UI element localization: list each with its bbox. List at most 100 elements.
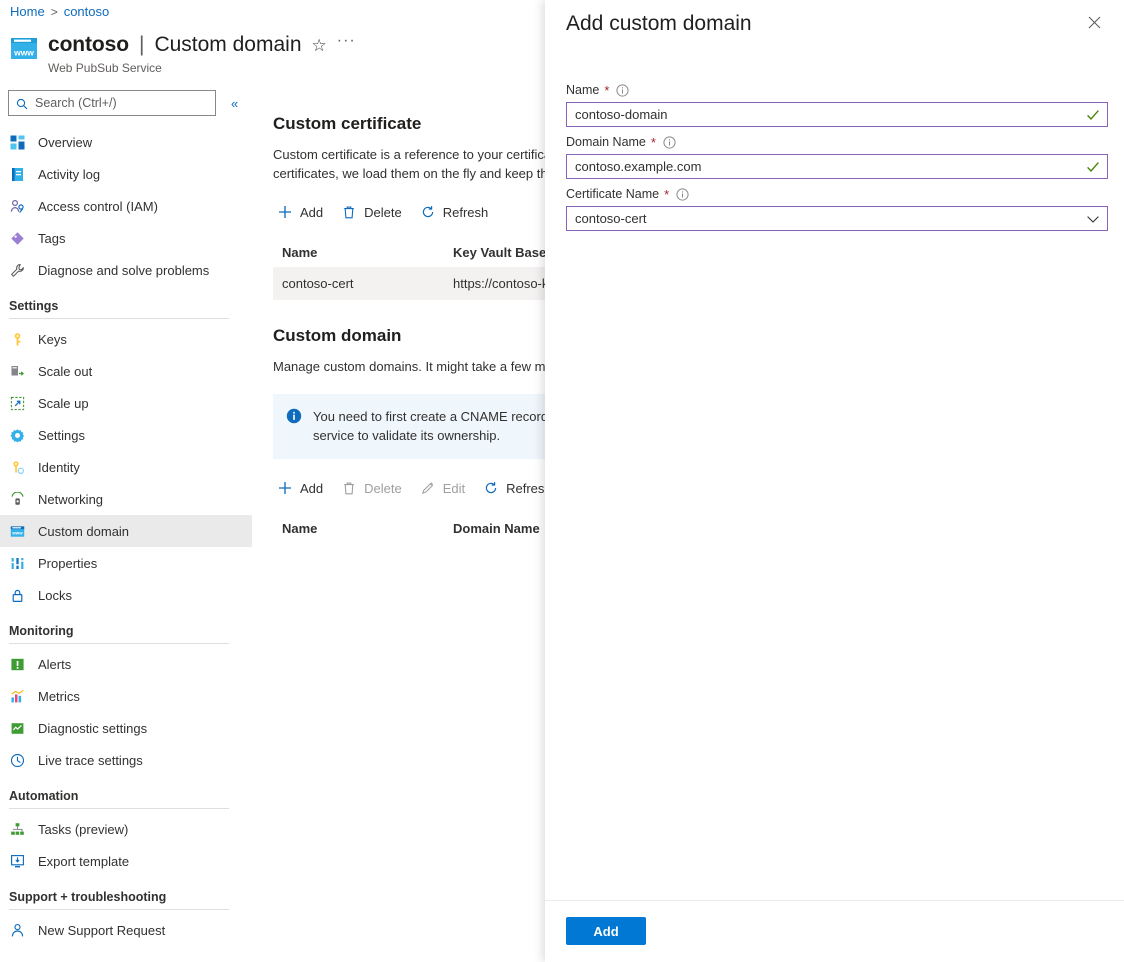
required-indicator: *: [664, 188, 669, 201]
certificate-name-select[interactable]: [566, 206, 1108, 231]
command-label: Refresh: [443, 205, 489, 220]
custom-certificate-description: Custom certificate is a reference to you…: [273, 145, 545, 183]
sidebar-item-diagnose[interactable]: Diagnose and solve problems: [0, 254, 252, 286]
sidebar-item-scale-out[interactable]: Scale out: [0, 355, 252, 387]
sidebar-item-identity[interactable]: Identity: [0, 451, 252, 483]
divider: [9, 318, 229, 319]
pencil-icon: [420, 480, 436, 496]
close-icon[interactable]: [1078, 6, 1110, 38]
sidebar-item-scale-up[interactable]: Scale up: [0, 387, 252, 419]
name-input-wrapper[interactable]: [566, 102, 1108, 127]
diagnostic-icon: [9, 720, 26, 737]
sidebar-item-keys[interactable]: Keys: [0, 323, 252, 355]
required-indicator: *: [604, 84, 609, 97]
page-header: www contoso | Custom domain ☆ ··· Web Pu…: [10, 32, 356, 75]
search-box[interactable]: [8, 90, 216, 116]
sidebar-item-metrics[interactable]: Metrics: [0, 680, 252, 712]
domain-table: Name Domain Name: [273, 515, 545, 543]
sidebar-item-label: Activity log: [38, 167, 100, 182]
refresh-icon: [483, 480, 499, 496]
add-button[interactable]: Add: [566, 917, 646, 945]
breadcrumb-contoso-link[interactable]: contoso: [64, 4, 110, 19]
sidebar-group-monitoring: Monitoring: [0, 624, 252, 644]
domain-name-input[interactable]: [567, 155, 1107, 178]
field-certificate-name: Certificate Name *: [566, 186, 1108, 231]
field-label-domain-name: Domain Name *: [566, 134, 1108, 151]
more-options-icon[interactable]: ···: [337, 33, 356, 49]
sidebar-item-label: Export template: [38, 854, 129, 869]
sidebar-group-support: Support + troubleshooting: [0, 890, 252, 910]
sidebar: « Overview: [0, 88, 252, 962]
table-header-row: Name Domain Name: [273, 515, 545, 543]
panel-header: Add custom domain: [545, 0, 1124, 52]
sidebar-item-label: Identity: [38, 460, 80, 475]
field-name: Name *: [566, 82, 1108, 127]
panel-title: Add custom domain: [566, 10, 1106, 38]
name-input[interactable]: [567, 103, 1107, 126]
sidebar-item-export-template[interactable]: Export template: [0, 845, 252, 877]
sidebar-item-custom-domain[interactable]: www Custom domain: [0, 515, 252, 547]
divider: [9, 909, 229, 910]
trash-icon: [341, 204, 357, 220]
sidebar-item-label: Keys: [38, 332, 67, 347]
tag-icon: [9, 230, 26, 247]
command-label: Add: [300, 481, 323, 496]
table-row[interactable]: contoso-cert https://contoso-kv.vault.az…: [273, 267, 545, 300]
sidebar-item-networking[interactable]: Networking: [0, 483, 252, 515]
cname-info-banner: You need to first create a CNAME record …: [273, 394, 545, 459]
sidebar-item-activity-log[interactable]: Activity log: [0, 158, 252, 190]
plus-icon: [277, 480, 293, 496]
sidebar-item-new-support-request[interactable]: New Support Request: [0, 914, 252, 946]
command-label: Delete: [364, 205, 402, 220]
sidebar-group-label: Automation: [9, 789, 236, 808]
sidebar-item-tasks[interactable]: Tasks (preview): [0, 813, 252, 845]
breadcrumb-home-link[interactable]: Home: [10, 4, 45, 19]
certificate-delete-button[interactable]: Delete: [337, 200, 410, 224]
sidebar-item-alerts[interactable]: Alerts: [0, 648, 252, 680]
domain-refresh-button[interactable]: Refresh: [479, 476, 545, 500]
alert-icon: [9, 656, 26, 673]
activity-log-icon: [9, 166, 26, 183]
sidebar-item-label: Tags: [38, 231, 65, 246]
sidebar-item-live-trace-settings[interactable]: Live trace settings: [0, 744, 252, 776]
title-separator: |: [139, 32, 144, 58]
access-control-icon: [9, 198, 26, 215]
sidebar-item-label: Scale out: [38, 364, 92, 379]
sidebar-item-properties[interactable]: Properties: [0, 547, 252, 579]
domain-name-input-wrapper[interactable]: [566, 154, 1108, 179]
sidebar-item-access-control[interactable]: Access control (IAM): [0, 190, 252, 222]
networking-icon: [9, 491, 26, 508]
sidebar-item-label: Diagnose and solve problems: [38, 263, 209, 278]
refresh-icon: [420, 204, 436, 220]
certificate-name-select-value[interactable]: [567, 207, 1107, 230]
svg-text:www: www: [13, 48, 34, 58]
scale-up-icon: [9, 395, 26, 412]
custom-certificate-title: Custom certificate: [273, 114, 545, 134]
search-input[interactable]: [9, 91, 215, 115]
label-text: Domain Name: [566, 134, 646, 151]
sidebar-item-settings[interactable]: Settings: [0, 419, 252, 451]
sidebar-item-tags[interactable]: Tags: [0, 222, 252, 254]
sidebar-item-label: New Support Request: [38, 923, 165, 938]
favorite-star-icon[interactable]: ☆: [312, 37, 327, 54]
scale-out-icon: [9, 363, 26, 380]
chevron-down-icon[interactable]: [1086, 212, 1100, 226]
tasks-icon: [9, 821, 26, 838]
sidebar-item-overview[interactable]: Overview: [0, 126, 252, 158]
certificate-refresh-button[interactable]: Refresh: [416, 200, 497, 224]
sidebar-item-label: Properties: [38, 556, 97, 571]
sidebar-item-diagnostic-settings[interactable]: Diagnostic settings: [0, 712, 252, 744]
sidebar-group-settings: Settings: [0, 299, 252, 319]
info-tooltip-icon[interactable]: [676, 188, 689, 201]
certificate-table: Name Key Vault Base URI contoso-cert htt…: [273, 239, 545, 300]
collapse-sidebar-icon[interactable]: «: [228, 95, 241, 112]
domain-add-button[interactable]: Add: [273, 476, 331, 500]
info-tooltip-icon[interactable]: [616, 84, 629, 97]
info-tooltip-icon[interactable]: [663, 136, 676, 149]
column-header-name: Name: [273, 245, 453, 260]
sidebar-item-locks[interactable]: Locks: [0, 579, 252, 611]
support-icon: [9, 922, 26, 939]
svg-text:www: www: [11, 530, 23, 535]
certificate-add-button[interactable]: Add: [273, 200, 331, 224]
key-icon: [9, 331, 26, 348]
